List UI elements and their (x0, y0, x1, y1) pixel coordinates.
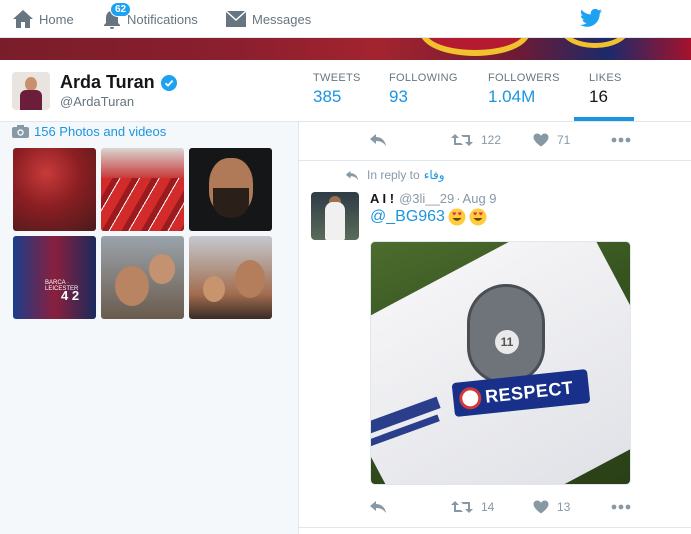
tweet-divider (299, 160, 691, 161)
more-options-button[interactable] (611, 122, 631, 158)
tweet-actions: 14 13 (299, 489, 691, 525)
tweet-divider (299, 527, 691, 528)
stat-following-label: FOLLOWING (389, 72, 458, 84)
heart-icon (533, 500, 549, 514)
photos-and-videos-link[interactable]: 156 Photos and videos (12, 124, 166, 139)
nav-home-label: Home (39, 11, 74, 27)
reply-context-user-link[interactable]: وفاء (424, 168, 445, 182)
profile-name[interactable]: Arda Turan (60, 72, 177, 93)
stat-followers-label: FOLLOWERS (488, 72, 560, 84)
badge-number: 11 (495, 330, 519, 354)
stat-tweets-value: 385 (313, 87, 342, 106)
reply-context-label: In reply to (367, 168, 420, 182)
photo-thumbnail[interactable] (13, 148, 96, 231)
nav-messages-label: Messages (252, 11, 312, 27)
stat-following[interactable]: FOLLOWING 93 (389, 72, 458, 107)
uefa-logo-icon (458, 386, 483, 411)
nav-home[interactable]: Home (12, 0, 74, 38)
club-crest-decoration (560, 38, 630, 48)
like-button[interactable]: 13 (533, 489, 570, 525)
photo-thumbnail[interactable] (101, 236, 184, 319)
tweet-header-separator: · (456, 191, 461, 206)
photos-and-videos-label: 156 Photos and videos (34, 124, 167, 139)
like-count: 13 (557, 500, 571, 514)
photo-thumbnail[interactable] (189, 236, 272, 319)
tweet-media-photo[interactable]: 11 RESPECT (370, 241, 631, 485)
nav-messages[interactable]: Messages (226, 0, 311, 38)
photo-thumbnail[interactable]: BARCA · LEICESTER 4 2 (13, 236, 96, 319)
profile-banner (0, 38, 691, 60)
tweet-author-avatar[interactable] (311, 192, 359, 240)
stat-likes-value: 16 (589, 87, 608, 106)
tweet-header: A I ! @3li__29 · Aug 9 (370, 191, 497, 206)
heart-icon (533, 133, 549, 147)
reply-button[interactable] (369, 489, 387, 525)
profile-name-text: Arda Turan (60, 72, 155, 92)
heart-eyes-emoji-icon (469, 208, 487, 226)
profile-avatar[interactable] (12, 72, 50, 110)
thumbnail-score: 4 2 (61, 288, 80, 303)
twitter-bird-icon[interactable] (580, 8, 602, 28)
reply-context: In reply to وفاء (345, 168, 445, 182)
stat-tweets[interactable]: TWEETS 385 (313, 72, 361, 107)
reply-button[interactable] (369, 122, 387, 158)
retweet-button[interactable]: 14 (451, 489, 494, 525)
like-button[interactable]: 71 (533, 122, 570, 158)
club-crest-decoration (420, 38, 530, 56)
tweet-author-name[interactable]: A I ! (370, 191, 394, 206)
nav-notifications[interactable]: 62 Notifications (102, 0, 198, 38)
top-navigation-bar: Home 62 Notifications Messages (0, 0, 691, 38)
heart-eyes-emoji-icon (448, 208, 466, 226)
tweet-actions: 122 71 (299, 122, 691, 158)
photo-thumbnail[interactable] (189, 148, 272, 231)
nav-notifications-label: Notifications (127, 11, 198, 27)
stat-followers-value: 1.04M (488, 87, 536, 106)
more-dots-icon (611, 137, 631, 143)
retweet-icon (451, 134, 473, 146)
stat-followers[interactable]: FOLLOWERS 1.04M (488, 72, 560, 107)
tweet-text: @_BG963 (370, 208, 487, 226)
active-tab-indicator (574, 117, 634, 121)
reply-icon (370, 134, 386, 146)
retweet-count: 14 (481, 500, 495, 514)
camera-icon (12, 125, 29, 138)
envelope-icon (226, 10, 246, 27)
stat-likes[interactable]: LIKES 16 (589, 72, 622, 107)
like-count: 71 (557, 133, 571, 147)
reply-icon (345, 170, 359, 180)
stat-likes-label: LIKES (589, 72, 622, 84)
stat-tweets-label: TWEETS (313, 72, 361, 84)
retweet-button[interactable]: 122 (451, 122, 501, 158)
reply-icon (370, 501, 386, 513)
stat-following-value: 93 (389, 87, 408, 106)
notifications-count-badge: 62 (110, 2, 132, 17)
more-dots-icon (611, 504, 631, 510)
tweet-author-handle[interactable]: @3li__29 (399, 191, 454, 206)
retweet-icon (451, 501, 473, 513)
timeline: 122 71 In reply to وفاء A I ! @3li__29 ·… (298, 122, 691, 534)
photo-thumbnail[interactable] (101, 148, 184, 231)
more-options-button[interactable] (611, 489, 631, 525)
profile-navigation: Arda Turan @ArdaTuran TWEETS 385 FOLLOWI… (0, 60, 691, 122)
home-icon (13, 10, 33, 28)
verified-badge-icon (160, 74, 177, 91)
respect-patch-text: RESPECT (484, 377, 575, 407)
profile-handle[interactable]: @ArdaTuran (60, 94, 134, 109)
retweet-count: 122 (481, 133, 502, 147)
tweet-mention-link[interactable]: @_BG963 (370, 208, 445, 226)
tweet-timestamp[interactable]: Aug 9 (463, 191, 497, 206)
